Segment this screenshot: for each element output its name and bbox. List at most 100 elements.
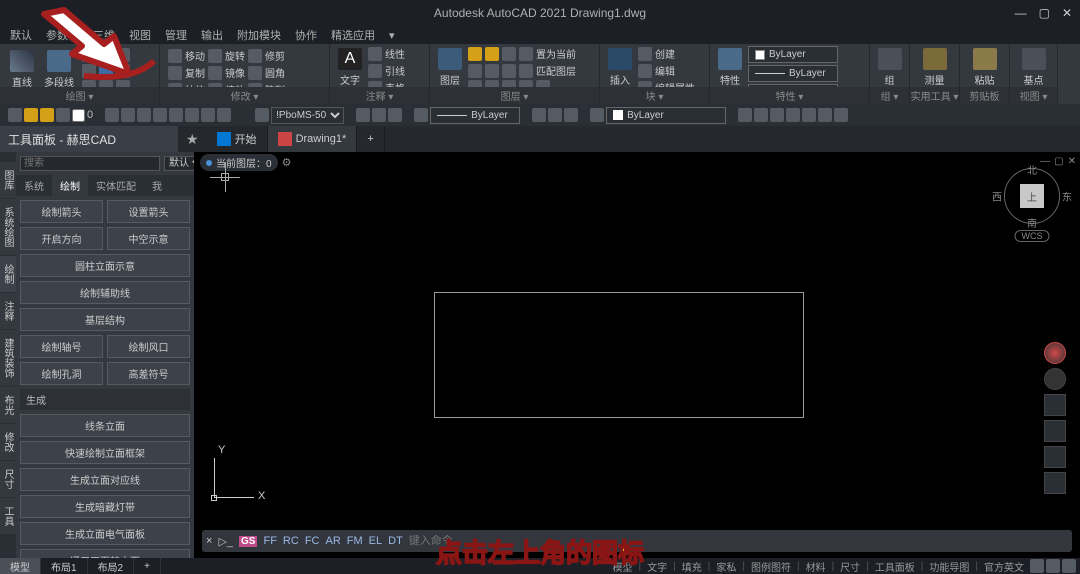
orbit-icon[interactable] <box>1044 446 1066 468</box>
pbtn-10[interactable]: 高差符号 <box>107 362 190 385</box>
cmd-tag-fm[interactable]: FM <box>347 535 363 547</box>
ribbon-group-title-props[interactable]: 特性 ▾ <box>710 87 869 104</box>
steering-wheel-icon[interactable] <box>1044 342 1066 364</box>
tab-add-layout[interactable]: + <box>134 558 161 574</box>
cmd-tag-dt[interactable]: DT <box>388 535 403 547</box>
pbtn-5[interactable]: 绘制辅助线 <box>20 281 190 304</box>
maximize-icon[interactable]: ▢ <box>1039 6 1050 20</box>
menu-featured[interactable]: 精选应用 <box>331 27 375 43</box>
qat-layer-select[interactable]: ByLayer <box>430 107 520 124</box>
cmd-close-icon[interactable]: × <box>206 535 212 547</box>
gbtn-3[interactable]: 生成暗藏灯带 <box>20 495 190 518</box>
ptab-system[interactable]: 系统 <box>16 175 52 196</box>
pbtn-1[interactable]: 设置箭头 <box>107 200 190 223</box>
menu-output[interactable]: 输出 <box>201 27 223 43</box>
ribbon-group-title-draw[interactable]: 绘图 ▾ <box>0 87 159 104</box>
star-icon[interactable]: ★ <box>178 126 207 152</box>
menu-addons[interactable]: 附加模块 <box>237 27 281 43</box>
tab-new[interactable]: + <box>357 126 384 152</box>
pbtn-8[interactable]: 绘制风口 <box>107 335 190 358</box>
cmd-tag-ff[interactable]: FF <box>263 535 276 547</box>
vtab-8[interactable]: 工具 <box>0 498 16 534</box>
zoom-icon[interactable] <box>1044 420 1066 442</box>
menu-collab[interactable]: 协作 <box>295 27 317 43</box>
sr-lang[interactable]: 官方英文 <box>980 559 1028 574</box>
vtab-2[interactable]: 绘制 <box>0 256 16 292</box>
paste-button[interactable]: 粘贴 <box>966 46 1003 89</box>
status-icon-2[interactable] <box>1046 559 1060 573</box>
ptab-match[interactable]: 实体匹配 <box>88 175 144 196</box>
vtab-7[interactable]: 尺寸 <box>0 461 16 497</box>
minimize-icon[interactable]: — <box>1015 6 1027 20</box>
cmd-tag-el[interactable]: EL <box>369 535 382 547</box>
vtab-0[interactable]: 图库 <box>0 162 16 198</box>
measure-button[interactable]: 测量 <box>916 46 953 89</box>
cmd-tag-rc[interactable]: RC <box>283 535 299 547</box>
gbtn-0[interactable]: 线条立面 <box>20 414 190 437</box>
tab-start[interactable]: 开始 <box>207 126 268 152</box>
cmd-tag-fc[interactable]: FC <box>305 535 320 547</box>
vtab-5[interactable]: 布光 <box>0 387 16 423</box>
status-icon-3[interactable] <box>1062 559 1076 573</box>
sr-material[interactable]: 材料 <box>802 559 830 574</box>
ribbon-group-title-block[interactable]: 块 ▾ <box>600 87 709 104</box>
basepoint-button[interactable]: 基点 <box>1016 46 1051 89</box>
sr-hatch[interactable]: 填充 <box>678 559 706 574</box>
tab-layout2[interactable]: 布局2 <box>88 558 135 574</box>
ptab-me[interactable]: 我 <box>144 175 170 196</box>
sr-legend[interactable]: 图例图符 <box>747 559 795 574</box>
palette-section-gen[interactable]: 生成 <box>20 389 190 410</box>
vtab-3[interactable]: 注释 <box>0 293 16 329</box>
pbtn-4[interactable]: 圆柱立面示意 <box>20 254 190 277</box>
menu-3d[interactable]: 三维 <box>93 27 115 43</box>
viewcube[interactable]: 上 北 南 西 东 WCS <box>1002 166 1062 226</box>
menu-view[interactable]: 视图 <box>129 27 151 43</box>
textstyle-select[interactable]: !PboMS-50 <box>271 107 344 124</box>
pbtn-3[interactable]: 中空示意 <box>107 227 190 250</box>
full-nav-wheel-icon[interactable] <box>1044 368 1066 390</box>
menu-manage[interactable]: 管理 <box>165 27 187 43</box>
vtab-1[interactable]: 系统绘图 <box>0 199 16 255</box>
sr-text[interactable]: 文字 <box>643 559 671 574</box>
gear-icon[interactable]: ⚙ <box>282 156 292 169</box>
qat-color-select[interactable]: ByLayer <box>606 107 726 124</box>
ribbon-group-title-layers[interactable]: 图层 ▾ <box>430 87 599 104</box>
pbtn-6[interactable]: 基层结构 <box>20 308 190 331</box>
tab-model[interactable]: 模型 <box>0 558 41 574</box>
bylayer-color[interactable]: ByLayer <box>748 46 838 63</box>
canvas[interactable]: 当前图层：0 ⚙ — ▢ ✕ Y X 上 北 南 西 东 WCS <box>194 152 1080 558</box>
sr-nav[interactable]: 功能导图 <box>925 559 973 574</box>
group-button[interactable]: 组 <box>876 46 903 89</box>
gbtn-2[interactable]: 生成立面对应线 <box>20 468 190 491</box>
sr-furn[interactable]: 家私 <box>712 559 740 574</box>
gbtn-5[interactable]: 通用平面转立面 <box>20 549 190 558</box>
tab-drawing[interactable]: Drawing1* <box>268 126 358 152</box>
layer-chip[interactable]: 当前图层：0 <box>200 154 278 171</box>
qat-check[interactable] <box>72 109 85 122</box>
tab-layout1[interactable]: 布局1 <box>41 558 88 574</box>
menu-default[interactable]: 默认 <box>10 27 32 43</box>
vtab-6[interactable]: 修改 <box>0 424 16 460</box>
sr-dim[interactable]: 尺寸 <box>836 559 864 574</box>
ribbon-group-title-annotate[interactable]: 注释 ▾ <box>330 87 429 104</box>
showmotion-icon[interactable] <box>1044 472 1066 494</box>
close-icon[interactable]: ✕ <box>1062 6 1072 20</box>
gbtn-4[interactable]: 生成立面电气面板 <box>20 522 190 545</box>
pbtn-2[interactable]: 开启方向 <box>20 227 103 250</box>
gbtn-1[interactable]: 快速绘制立面框架 <box>20 441 190 464</box>
pbtn-9[interactable]: 绘制孔洞 <box>20 362 103 385</box>
status-icon-1[interactable] <box>1030 559 1044 573</box>
palette-search-input[interactable] <box>20 156 160 171</box>
bylayer-line[interactable]: ByLayer <box>748 65 838 82</box>
canvas-close-icon[interactable]: ✕ <box>1068 156 1076 167</box>
ptab-draw[interactable]: 绘制 <box>52 175 88 196</box>
wcs-label[interactable]: WCS <box>1015 230 1050 242</box>
menu-overflow-icon[interactable]: ▾ <box>389 29 395 42</box>
pbtn-7[interactable]: 绘制轴号 <box>20 335 103 358</box>
ribbon-group-title-modify[interactable]: 修改 ▾ <box>160 87 329 104</box>
sr-toolpanel[interactable]: 工具面板 <box>871 559 919 574</box>
pbtn-0[interactable]: 绘制箭头 <box>20 200 103 223</box>
menu-parametric[interactable]: 参数化 <box>46 27 79 43</box>
cmd-tag-ar[interactable]: AR <box>325 535 340 547</box>
vtab-4[interactable]: 建筑装饰 <box>0 330 16 386</box>
